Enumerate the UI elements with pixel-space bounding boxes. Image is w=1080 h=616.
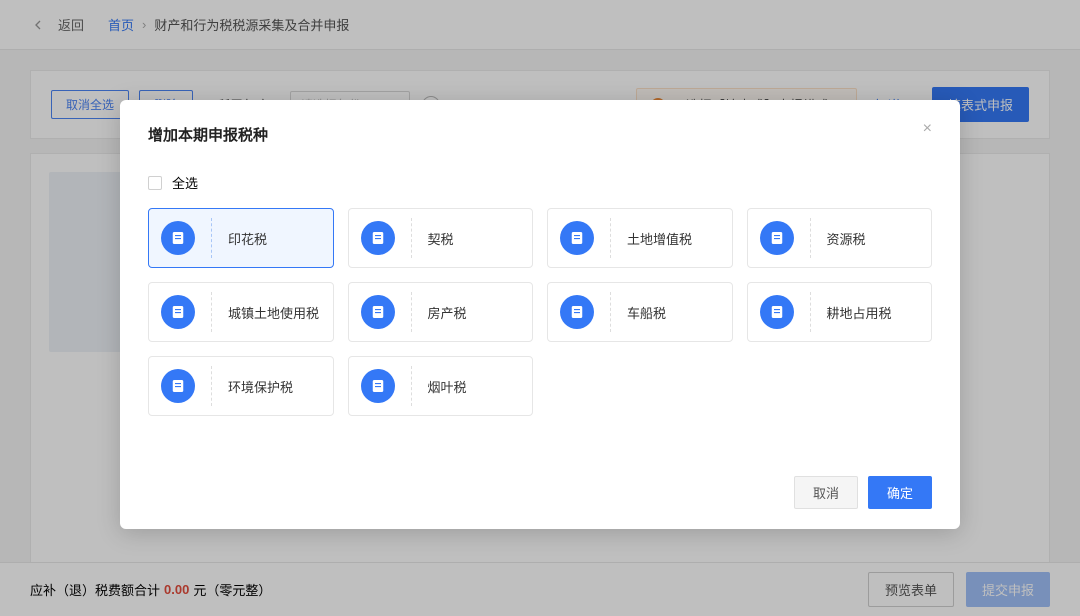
tax-tile-2[interactable]: 土地增值税 — [547, 208, 733, 268]
environment-icon — [161, 369, 195, 403]
tax-tile-7[interactable]: 耕地占用税 — [747, 282, 933, 342]
resource-icon — [760, 221, 794, 255]
stamp-icon — [161, 221, 195, 255]
add-tax-type-modal: × 增加本期申报税种 全选 印花税 契税 土地增值税 资源税城镇土地使用税 房产税 车船税… — [120, 100, 960, 529]
tax-tile-8[interactable]: 环境保护税 — [148, 356, 334, 416]
tax-tile-9[interactable]: 烟叶税 — [348, 356, 534, 416]
tax-tile-label: 资源税 — [827, 229, 866, 248]
tile-divider — [810, 292, 811, 332]
tile-divider — [610, 218, 611, 258]
select-all-row[interactable]: 全选 — [148, 173, 932, 192]
tax-tile-label: 耕地占用税 — [827, 303, 892, 322]
select-all-label: 全选 — [172, 173, 198, 192]
tile-divider — [211, 292, 212, 332]
tax-tile-label: 烟叶税 — [428, 377, 467, 396]
modal-overlay[interactable]: × 增加本期申报税种 全选 印花税 契税 土地增值税 资源税城镇土地使用税 房产税 车船税… — [0, 0, 1080, 616]
tax-tile-label: 印花税 — [228, 229, 267, 248]
tax-tile-label: 城镇土地使用税 — [228, 303, 319, 322]
modal-close-icon[interactable]: × — [923, 120, 932, 138]
farmland-icon — [760, 295, 794, 329]
landval-icon — [560, 221, 594, 255]
tile-divider — [411, 292, 412, 332]
tax-tile-label: 土地增值税 — [627, 229, 692, 248]
modal-footer: 取消 确定 — [148, 476, 932, 509]
contract-icon — [361, 221, 395, 255]
tax-type-grid: 印花税 契税 土地增值税 资源税城镇土地使用税 房产税 车船税 耕地占用税环境保护税 烟叶税 — [148, 208, 932, 416]
tax-tile-label: 环境保护税 — [228, 377, 293, 396]
tile-divider — [211, 218, 212, 258]
tax-tile-label: 契税 — [428, 229, 454, 248]
tile-divider — [610, 292, 611, 332]
tax-tile-0[interactable]: 印花税 — [148, 208, 334, 268]
modal-title: 增加本期申报税种 — [148, 124, 932, 145]
tax-tile-3[interactable]: 资源税 — [747, 208, 933, 268]
confirm-button[interactable]: 确定 — [868, 476, 932, 509]
tile-divider — [411, 218, 412, 258]
tile-divider — [411, 366, 412, 406]
tax-tile-5[interactable]: 房产税 — [348, 282, 534, 342]
vehicle-icon — [560, 295, 594, 329]
tile-divider — [211, 366, 212, 406]
tax-tile-label: 房产税 — [428, 303, 467, 322]
tax-tile-6[interactable]: 车船税 — [547, 282, 733, 342]
tax-tile-4[interactable]: 城镇土地使用税 — [148, 282, 334, 342]
tax-tile-1[interactable]: 契税 — [348, 208, 534, 268]
select-all-checkbox[interactable] — [148, 176, 162, 190]
tobacco-icon — [361, 369, 395, 403]
cancel-button[interactable]: 取消 — [794, 476, 858, 509]
property-icon — [361, 295, 395, 329]
tax-tile-label: 车船税 — [627, 303, 666, 322]
tile-divider — [810, 218, 811, 258]
urban-land-icon — [161, 295, 195, 329]
